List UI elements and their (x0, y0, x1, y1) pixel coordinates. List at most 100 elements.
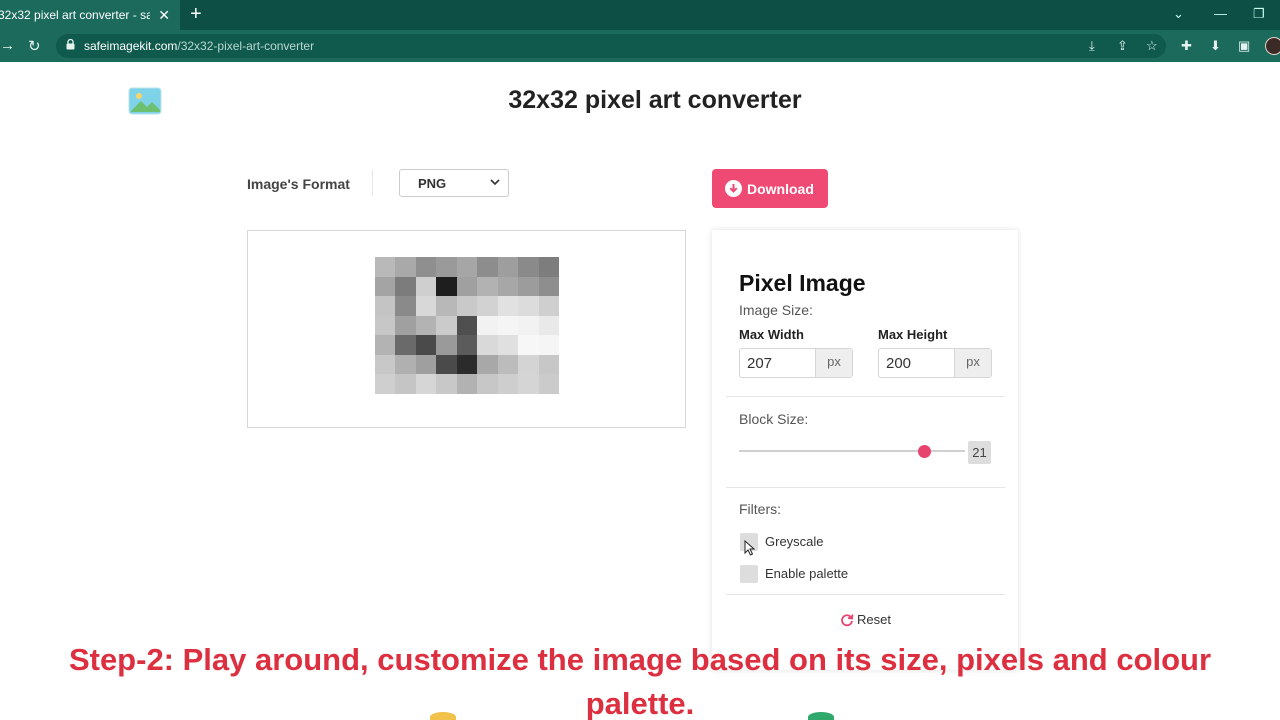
profile-avatar[interactable] (1265, 37, 1280, 55)
pixel-block (415, 315, 437, 336)
pixel-block (518, 296, 539, 316)
pixel-block (375, 257, 396, 277)
decorative-shape (808, 712, 834, 720)
divider (726, 487, 1005, 488)
pixel-block (497, 257, 519, 277)
new-tab-icon[interactable]: + (190, 4, 202, 24)
downloads-icon[interactable]: ⬇ (1210, 38, 1221, 54)
pixel-block (395, 276, 416, 297)
pixel-block (456, 296, 478, 316)
pixel-block (497, 374, 519, 394)
url-text: safeimagekit.com/32x32-pixel-art-convert… (84, 39, 315, 53)
pixel-block (415, 335, 437, 355)
install-icon[interactable]: ⤓ (1089, 38, 1095, 54)
image-preview (247, 230, 686, 428)
height-unit: px (954, 349, 991, 377)
pixel-block (395, 335, 416, 355)
tab-title: 32x32 pixel art converter - safeimagekit (0, 8, 150, 22)
pixel-block (456, 257, 478, 277)
pixel-block (436, 335, 457, 355)
pixel-block (415, 276, 437, 297)
pixel-block (477, 354, 498, 375)
panel-title: Pixel Image (739, 270, 866, 296)
max-height-label: Max Height (878, 327, 948, 342)
divider (726, 594, 1005, 595)
pixel-block (415, 354, 437, 375)
pixel-block (477, 335, 498, 355)
chevron-down-icon (490, 179, 500, 186)
pixel-block (477, 257, 498, 277)
minimize-icon[interactable]: — (1214, 6, 1227, 21)
pixel-block (375, 296, 396, 316)
settings-panel: Pixel Image Image Size: Max Width Max He… (712, 230, 1018, 670)
palette-label: Enable palette (765, 566, 849, 581)
mouse-cursor-icon (744, 540, 756, 556)
tab-search-icon[interactable]: ⌄ (1173, 6, 1184, 22)
download-button[interactable]: Download (712, 169, 828, 208)
star-icon[interactable]: ☆ (1146, 38, 1158, 54)
browser-toolbar: → ↻ safeimagekit.com/32x32-pixel-art-con… (0, 30, 1280, 62)
format-select[interactable]: PNG (399, 169, 509, 197)
max-width-value: 207 (747, 355, 773, 372)
max-width-input[interactable]: 207 px (739, 348, 853, 378)
max-height-value: 200 (886, 355, 912, 372)
pixel-block (477, 276, 498, 297)
pixel-block (518, 315, 539, 336)
pixel-block (538, 276, 559, 297)
lock-icon (66, 39, 75, 50)
greyscale-label: Greyscale (765, 534, 824, 549)
max-height-input[interactable]: 200 px (878, 348, 992, 378)
pixel-block (518, 354, 539, 375)
pixel-block (456, 374, 478, 394)
browser-tab[interactable]: 32x32 pixel art converter - safeimagekit… (0, 0, 180, 30)
pixel-block (518, 374, 539, 394)
pixel-block (497, 354, 519, 375)
pixel-block (456, 276, 478, 297)
pixel-block (538, 257, 559, 277)
pixel-block (538, 296, 559, 316)
pixel-block (477, 296, 498, 316)
page-title: 32x32 pixel art converter (508, 86, 802, 114)
divider (372, 170, 373, 196)
browser-tabbar: 32x32 pixel art converter - safeimagekit… (0, 0, 1280, 30)
reload-icon[interactable]: ↻ (28, 37, 41, 55)
width-unit: px (815, 349, 852, 377)
share-icon[interactable]: ⇪ (1117, 38, 1128, 54)
pixel-block (436, 374, 457, 394)
download-label: Download (747, 180, 814, 197)
image-size-label: Image Size: (739, 302, 813, 318)
pixel-block (436, 354, 457, 375)
reset-button[interactable]: Reset (840, 612, 891, 627)
pixel-block (456, 354, 478, 375)
slider-thumb[interactable] (918, 445, 932, 458)
pixel-block (538, 335, 559, 355)
pixel-block (456, 315, 478, 336)
pixel-block (436, 276, 457, 297)
pixel-block (395, 374, 416, 394)
restore-icon[interactable]: ❐ (1253, 6, 1265, 22)
block-size-value: 21 (968, 441, 991, 464)
back-icon[interactable]: → (0, 37, 15, 54)
block-size-label: Block Size: (739, 411, 809, 427)
address-bar[interactable]: safeimagekit.com/32x32-pixel-art-convert… (56, 34, 1166, 58)
block-size-slider[interactable] (739, 450, 965, 452)
pixel-block (497, 315, 519, 336)
filters-label: Filters: (739, 501, 781, 517)
pixel-block (436, 315, 457, 336)
pixel-block (436, 257, 457, 277)
pixel-block (538, 315, 559, 336)
extensions-icon[interactable]: ✚ (1181, 38, 1192, 54)
divider (726, 396, 1005, 397)
palette-checkbox[interactable] (740, 565, 758, 583)
sidepanel-icon[interactable]: ▣ (1238, 38, 1250, 54)
pixel-block (375, 315, 396, 336)
pixel-block (375, 354, 396, 375)
pixel-block (375, 374, 396, 394)
pixel-block (497, 276, 519, 297)
pixel-block (518, 257, 539, 277)
pixel-block (538, 374, 559, 394)
pixel-block (436, 296, 457, 316)
pixel-block (395, 315, 416, 336)
close-tab-icon[interactable]: ✕ (158, 7, 170, 24)
step-caption: Step-2: Play around, customize the image… (68, 642, 1212, 720)
